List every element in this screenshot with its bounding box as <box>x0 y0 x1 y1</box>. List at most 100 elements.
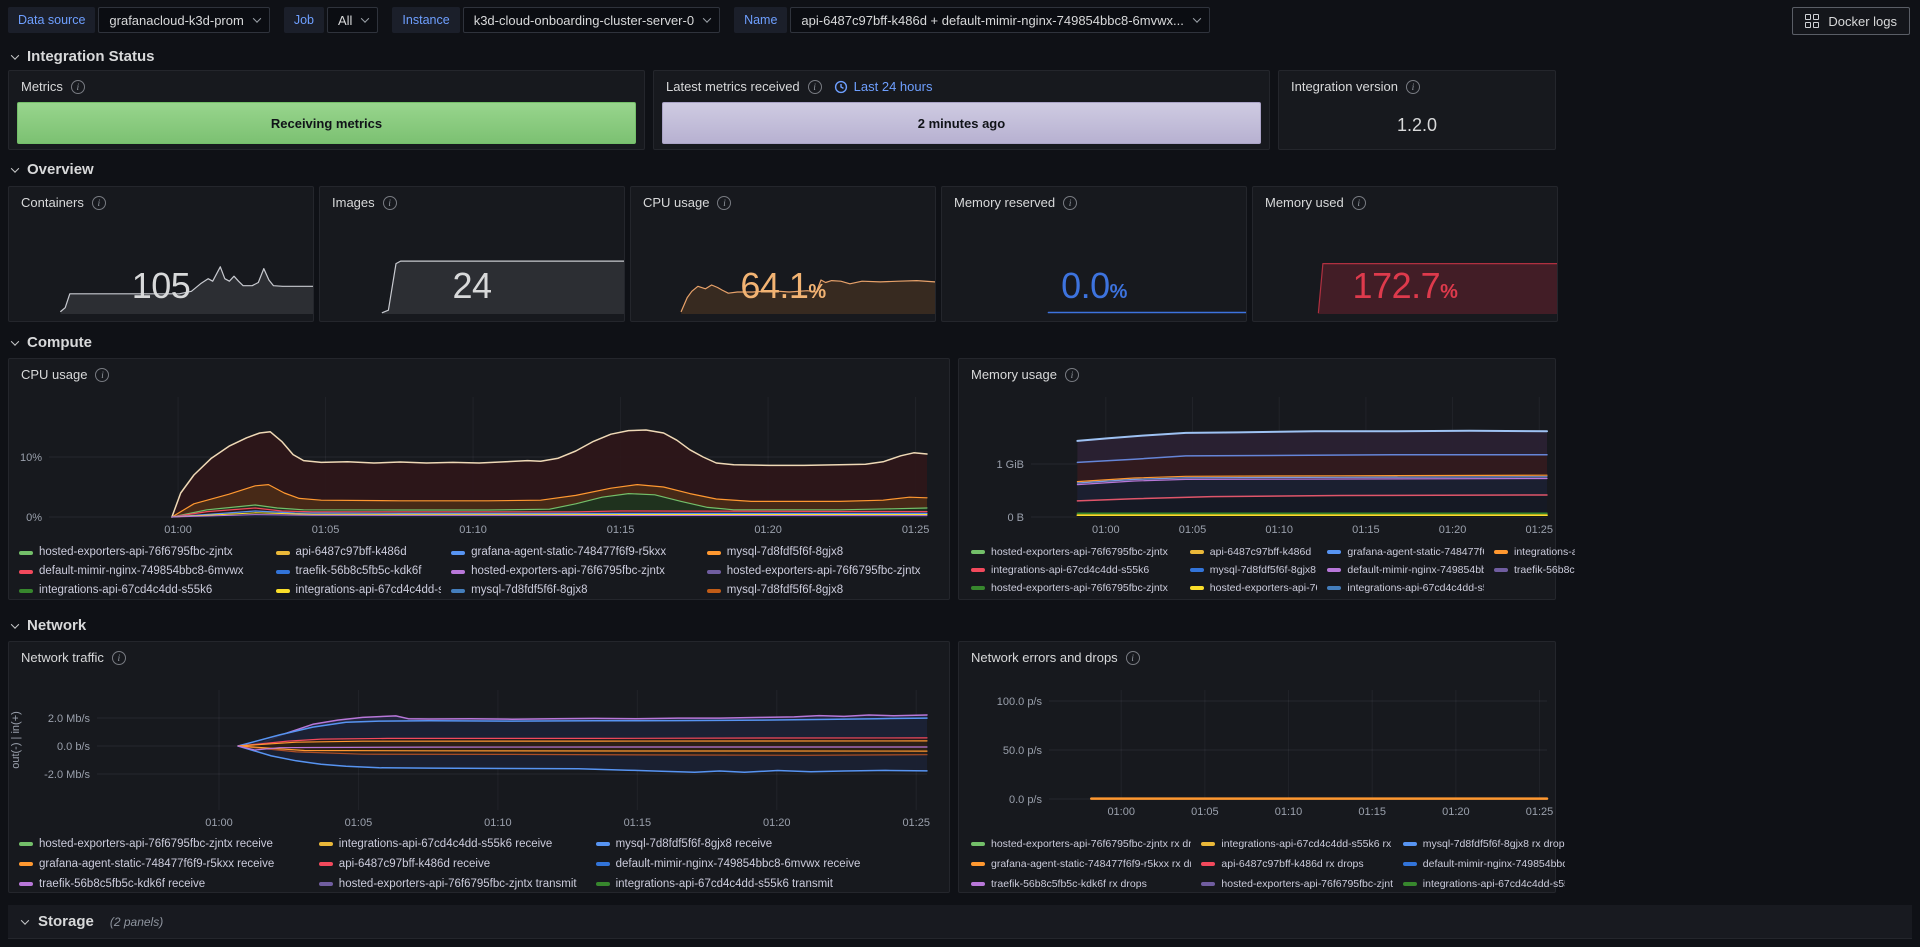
panel-title: CPU usage <box>21 367 88 382</box>
legend-label: integrations-api-67cd4c4dd-s55k6 <box>1347 582 1484 594</box>
legend-label: integrations-api-67cd4c4dd-s55k6 <box>991 564 1150 576</box>
legend-item[interactable]: graf​ana-agent-static-748477f6f9-r5kxx <box>1327 543 1484 561</box>
instance-select[interactable]: k3d-cloud-onboarding-cluster-server-0 <box>462 7 721 33</box>
legend-item[interactable]: grafana-agent-static-748477f6f9-r5kxx <box>451 543 697 562</box>
legend-item[interactable]: hosted-exporters-api-76f6795fbc-zjntx <box>971 579 1180 597</box>
svg-text:01:00: 01:00 <box>164 524 192 536</box>
info-icon[interactable]: i <box>1125 650 1140 665</box>
legend-label: mysql-7d8fdf5f6f-8gjx8 rx drops <box>1422 838 1566 850</box>
legend-item[interactable]: traefik-56b8c5fb5c-kdk6f <box>275 562 442 581</box>
legend-item[interactable]: hosted-exporters-api-76f6795fbc-zjntx <box>19 543 266 562</box>
legend-marker <box>1493 568 1508 572</box>
section-network[interactable]: Network <box>10 617 86 634</box>
svg-text:01:25: 01:25 <box>902 817 930 829</box>
data-source-select[interactable]: grafanacloud-k3d-prom <box>98 7 270 33</box>
legend-item[interactable]: traefik-56b8c5fb5c-kdk6f <box>1493 561 1575 579</box>
job-value: All <box>337 12 353 28</box>
legend-item[interactable]: default-mimir-nginx-749854bbc8-6mvwx <box>19 562 266 581</box>
legend-item[interactable]: api-6487c97bff-k486d <box>1189 543 1318 561</box>
legend-label: mysql-7d8fdf5f6f-8gjx8 <box>726 584 844 596</box>
panel-images: Images i 24 <box>319 186 625 322</box>
data-source-label[interactable]: Data source <box>8 7 96 33</box>
info-icon[interactable]: i <box>1064 367 1079 382</box>
legend-item[interactable]: traefik-56b8c5fb5c-kdk6f rx drops <box>971 874 1191 894</box>
svg-text:0%: 0% <box>26 512 42 524</box>
job-select[interactable]: All <box>326 7 379 33</box>
legend-marker <box>1402 882 1417 886</box>
legend-item[interactable]: integrations-api-67cd4c4dd-s55k6 <box>1327 579 1484 597</box>
legend-label: hosted-exporters-api-76f6795fbc-zjntx <box>471 565 665 577</box>
legend-marker <box>275 588 290 593</box>
legend-label: graf​ana-agent-static-748477f6f9-r5kxx <box>1347 546 1484 558</box>
legend-item[interactable]: integrations-api-67cd4c4dd-s55k6 <box>19 581 266 600</box>
legend-item[interactable]: hosted-exporters-api-76f6795fbc-zjntx <box>971 543 1180 561</box>
legend-item[interactable]: api-6487c97bff-k486d receive <box>318 854 586 874</box>
svg-text:01:00: 01:00 <box>1092 524 1120 536</box>
legend-marker <box>706 588 721 593</box>
stat-value: 105 <box>131 265 191 306</box>
info-icon[interactable]: i <box>95 367 110 382</box>
panel-title: Metrics <box>21 79 63 94</box>
legend-label: grafana-agent-static-748477f6f9-r5kxx rx… <box>991 858 1192 870</box>
svg-text:01:15: 01:15 <box>607 524 635 536</box>
info-icon[interactable]: i <box>1405 79 1420 94</box>
docker-logs-button[interactable]: Docker logs <box>1792 7 1910 35</box>
legend-item[interactable]: integrations-api-67cd4c4dd-s55k6 transmi… <box>595 874 946 894</box>
legend-label: hosted-exporters-api-76f6795fbc-zjntx <box>991 546 1168 558</box>
info-icon[interactable]: i <box>807 79 822 94</box>
legend-marker <box>1189 550 1204 554</box>
legend-item[interactable]: api-6487c97bff-k486d rx drops <box>1201 854 1392 874</box>
section-title: Overview <box>27 161 94 178</box>
name-select[interactable]: api-6487c97bff-k486d + default-mimir-ngi… <box>790 7 1210 33</box>
legend-item[interactable]: api-6487c97bff-k486d <box>275 543 442 562</box>
chevron-down-icon <box>10 50 20 60</box>
section-integration-status[interactable]: Integration Status <box>10 48 155 65</box>
panel-memory-used-stat: Memory used i 172.7% <box>1252 186 1558 322</box>
name-label[interactable]: Name <box>734 7 788 33</box>
section-storage[interactable]: Storage (2 panels) <box>8 905 1912 939</box>
info-icon[interactable]: i <box>111 650 126 665</box>
legend-item[interactable]: hosted-exporters-api-76f6795fbc-zjntx <box>1189 579 1317 597</box>
legend-item[interactable]: hosted-exporters-api-76f6795fbc-zjntx rx… <box>971 834 1191 854</box>
legend-item[interactable]: integrations-api-67cd4c4dd-s55k6 rx drop… <box>1201 834 1393 854</box>
docker-logs-label: Docker logs <box>1828 13 1897 29</box>
legend-item[interactable]: mysql-7d8fdf5f6f-8gjx8 receive <box>595 834 946 854</box>
legend-item[interactable]: mysql-7d8fdf5f6f-8gjx8 <box>451 581 697 600</box>
svg-text:01:20: 01:20 <box>754 524 782 536</box>
chevron-down-icon <box>702 14 712 23</box>
legend-item[interactable]: default-mimir-nginx-749854bbc8-6mvwx rx … <box>1402 854 1565 874</box>
chevron-down-icon <box>1192 14 1202 23</box>
legend-item[interactable]: default-mimir-nginx-749854bbc8-6mvwx <box>1327 561 1484 579</box>
legend-item[interactable]: mysql-7d8fdf5f6f-8gjx8 <box>706 581 946 600</box>
svg-text:01:10: 01:10 <box>459 524 487 536</box>
time-range-link[interactable]: Last 24 hours <box>834 79 932 94</box>
legend-item[interactable]: default-mimir-nginx-749854bbc8-6mvwx rec… <box>595 854 946 874</box>
svg-text:01:10: 01:10 <box>1275 806 1303 818</box>
panel-network-traffic: Network traffic i out(-) | in(+) 2.0 Mb/… <box>8 641 950 893</box>
legend-item[interactable]: integrations-api-67cd4c4dd-s55k6 receive <box>318 834 586 854</box>
job-label[interactable]: Job <box>283 7 324 33</box>
legend-item[interactable]: integrations-api-67cd4c4dd-s55k6 <box>275 581 441 600</box>
svg-text:50.0 p/s: 50.0 p/s <box>1003 745 1043 757</box>
info-icon[interactable]: i <box>70 79 85 94</box>
legend-item[interactable]: integrations-api-67cd4c4dd-s55k6 <box>1493 543 1575 561</box>
svg-text:100.0 p/s: 100.0 p/s <box>997 696 1043 708</box>
section-overview[interactable]: Overview <box>10 161 94 178</box>
legend-item[interactable]: traefik-56b8c5fb5c-kdk6f receive <box>19 874 309 894</box>
legend-item[interactable]: integrations-api-67cd4c4dd-s55k6 tx drop… <box>1402 874 1565 894</box>
instance-label[interactable]: Instance <box>392 7 460 33</box>
panel-containers: Containers i 105 <box>8 186 314 322</box>
legend-item[interactable]: grafana-agent-static-748477f6f9-r5kxx re… <box>19 854 309 874</box>
legend-item[interactable]: hosted-exporters-api-76f6795fbc-zjntx <box>706 562 946 581</box>
legend-item[interactable]: hosted-exporters-api-76f6795fbc-zjntx tr… <box>318 874 586 894</box>
legend-item[interactable]: hosted-exporters-api-76f6795fbc-zjntx re… <box>19 834 309 854</box>
legend-item[interactable]: hosted-exporters-api-76f6795fbc-zjntx <box>451 562 697 581</box>
legend-item[interactable]: grafana-agent-static-748477f6f9-r5kxx rx… <box>971 854 1191 874</box>
legend-item[interactable]: mysql-7d8fdf5f6f-8gjx8 <box>706 543 946 562</box>
section-compute[interactable]: Compute <box>10 334 92 351</box>
legend-item[interactable]: mysql-7d8fdf5f6f-8gjx8 <box>1189 561 1318 579</box>
legend-item[interactable]: mysql-7d8fdf5f6f-8gjx8 rx drops <box>1402 834 1566 854</box>
legend-item[interactable]: hosted-exporters-api-76f6795fbc-zjntx tx… <box>1201 874 1393 894</box>
legend-label: grafana-agent-static-748477f6f9-r5kxx <box>471 546 667 558</box>
legend-item[interactable]: integrations-api-67cd4c4dd-s55k6 <box>971 561 1180 579</box>
